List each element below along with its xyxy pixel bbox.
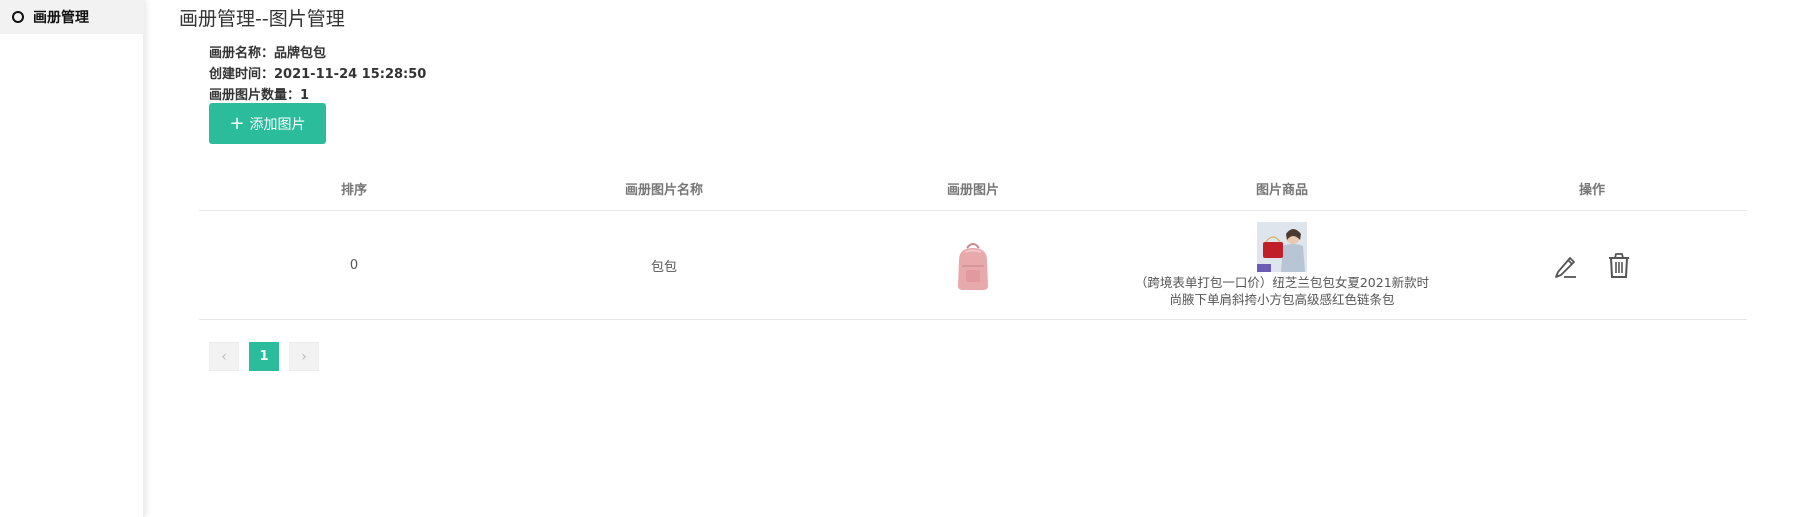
cell-image (819, 211, 1127, 319)
header-image-name: 画册图片名称 (624, 182, 703, 198)
header-image: 画册图片 (946, 182, 999, 198)
header-sort: 排序 (340, 182, 367, 198)
album-created-time: 创建时间：2021-11-24 15:28:50 (209, 67, 427, 82)
album-images-table: 排序 画册图片名称 画册图片 图片商品 操作 0 包包 （跨境表单打包一口价）纽… (199, 166, 1747, 320)
circle-outline-icon (12, 11, 24, 23)
header-product: 图片商品 (1255, 182, 1308, 198)
plus-icon: + (229, 112, 245, 134)
album-name: 画册名称：品牌包包 (209, 46, 327, 61)
red-handbag-model-image (1257, 222, 1307, 272)
prev-page-button[interactable]: ‹ (209, 342, 239, 371)
pink-backpack-image (958, 243, 988, 290)
edit-icon[interactable] (1550, 250, 1580, 280)
sidebar-item-label: 画册管理 (33, 10, 89, 26)
cell-actions (1437, 211, 1747, 319)
header-actions: 操作 (1578, 182, 1605, 198)
add-image-button[interactable]: + 添加图片 (209, 103, 326, 144)
table-header: 排序 画册图片名称 画册图片 图片商品 操作 (199, 166, 1747, 211)
add-image-label: 添加图片 (249, 116, 306, 133)
cell-image-name: 包包 (650, 259, 677, 275)
product-name: （跨境表单打包一口价）纽芝兰包包女夏2021新款时尚腋下单肩斜挎小方包高级感红色… (1134, 275, 1430, 307)
sidebar: 画册管理 (0, 0, 144, 517)
page-title: 画册管理--图片管理 (179, 8, 345, 30)
cell-sort: 0 (349, 257, 359, 273)
pagination: ‹ 1 › (209, 342, 319, 371)
sidebar-item-album-management[interactable]: 画册管理 (0, 0, 144, 34)
album-image-count: 画册图片数量：1 (209, 88, 310, 103)
delete-icon[interactable] (1604, 250, 1634, 280)
cell-product: （跨境表单打包一口价）纽芝兰包包女夏2021新款时尚腋下单肩斜挎小方包高级感红色… (1127, 211, 1437, 319)
next-page-button[interactable]: › (289, 342, 319, 371)
page-1-button[interactable]: 1 (249, 342, 279, 371)
table-row: 0 包包 （跨境表单打包一口价）纽芝兰包包女夏2021新款时尚腋下单肩斜挎小方包… (199, 211, 1747, 320)
